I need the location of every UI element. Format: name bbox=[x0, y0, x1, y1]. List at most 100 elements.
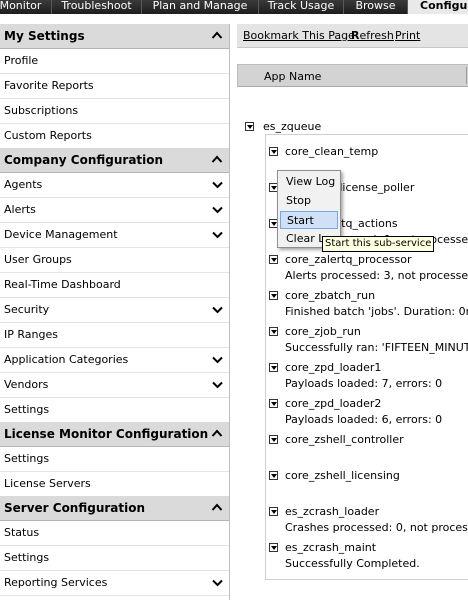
sidebar-item-server-settings[interactable]: Settings bbox=[0, 546, 229, 571]
dropdown-arrow-icon[interactable] bbox=[269, 399, 278, 408]
sidebar-item-device-management[interactable]: Device Management bbox=[0, 223, 229, 248]
dropdown-arrow-icon[interactable] bbox=[269, 291, 278, 300]
caret-up-icon[interactable] bbox=[211, 428, 223, 438]
chevron-down-icon[interactable] bbox=[212, 579, 223, 587]
column-separator[interactable] bbox=[466, 67, 467, 84]
row-status: Successfully Completed. bbox=[285, 557, 420, 570]
sidebar-item-label: Profile bbox=[4, 54, 39, 67]
tab-label: Troubleshoot bbox=[61, 0, 132, 12]
table-row[interactable]: core_zalertq_processor Alerts processed:… bbox=[237, 251, 468, 287]
sidebar-item-ip-ranges[interactable]: IP Ranges bbox=[0, 323, 229, 348]
sidebar-item-agents[interactable]: Agents bbox=[0, 173, 229, 198]
section-title: Server Configuration bbox=[4, 501, 146, 515]
refresh-label: efresh bbox=[359, 29, 394, 42]
sidebar-item-label: Reporting Services bbox=[4, 576, 108, 589]
caret-up-icon[interactable] bbox=[211, 502, 223, 512]
menu-item-start[interactable]: Start bbox=[280, 211, 338, 229]
sidebar-item-label: Alerts bbox=[4, 203, 36, 216]
tab-browse[interactable]: Browse bbox=[344, 0, 408, 14]
dropdown-arrow-icon[interactable] bbox=[269, 435, 278, 444]
chevron-down-icon[interactable] bbox=[212, 381, 223, 389]
section-header-license-monitor-configuration[interactable]: License Monitor Configuration bbox=[0, 422, 229, 447]
menu-item-view-log[interactable]: View Log bbox=[280, 173, 338, 191]
table-row[interactable]: core_zjob_run Successfully ran: 'FIFTEEN… bbox=[237, 323, 468, 359]
sidebar-item-label: Vendors bbox=[4, 378, 49, 391]
top-nav-bar: Monitor Troubleshoot Plan and Manage Tra… bbox=[0, 0, 468, 14]
dropdown-arrow-icon[interactable] bbox=[269, 543, 278, 552]
sidebar-item-custom-reports[interactable]: Custom Reports bbox=[0, 124, 229, 149]
chevron-down-icon[interactable] bbox=[212, 231, 223, 239]
table-row[interactable]: es_zcrash_maint Successfully Completed. bbox=[237, 539, 468, 575]
column-header-label: App Name bbox=[264, 70, 322, 83]
sidebar-item-real-time-dashboard[interactable]: Real-Time Dashboard bbox=[0, 273, 229, 298]
sidebar-item-security[interactable]: Security bbox=[0, 298, 229, 323]
sidebar-item-alerts[interactable]: Alerts bbox=[0, 198, 229, 223]
chevron-down-icon[interactable] bbox=[212, 206, 223, 214]
bookmark-link[interactable]: Bookmark This Page bbox=[243, 29, 355, 42]
row-name: core_zbatch_run bbox=[285, 289, 376, 302]
dropdown-arrow-icon[interactable] bbox=[269, 363, 278, 372]
dropdown-arrow-icon[interactable] bbox=[269, 147, 278, 156]
sidebar-item-reporting-services[interactable]: Reporting Services bbox=[0, 571, 229, 596]
dropdown-arrow-icon[interactable] bbox=[269, 255, 278, 264]
tab-label: Browse bbox=[355, 0, 396, 12]
tab-troubleshoot[interactable]: Troubleshoot bbox=[52, 0, 142, 14]
caret-up-icon[interactable] bbox=[211, 154, 223, 164]
dropdown-arrow-icon[interactable] bbox=[269, 327, 278, 336]
table-row[interactable]: es_zcrash_loader Crashes processed: 0, n… bbox=[237, 503, 468, 539]
sidebar-item-label: Device Management bbox=[4, 228, 118, 241]
menu-item-stop[interactable]: Stop bbox=[280, 192, 338, 210]
sidebar-item-license-settings[interactable]: Settings bbox=[0, 447, 229, 472]
row-name: es_zcrash_maint bbox=[285, 541, 377, 554]
table-row[interactable]: core_zpd_loader1 Payloads loaded: 7, err… bbox=[237, 359, 468, 395]
refresh-link[interactable]: Refresh bbox=[351, 29, 394, 42]
table-row[interactable]: core_zbatch_run Finished batch 'jobs'. D… bbox=[237, 287, 468, 323]
row-name: core_zjob_run bbox=[285, 325, 361, 338]
tab-label: Monitor bbox=[0, 0, 42, 12]
sidebar-item-label: Application Categories bbox=[4, 353, 129, 366]
row-status: Alerts processed: 3, not processed: 0 bbox=[285, 269, 468, 282]
sidebar-item-subscriptions[interactable]: Subscriptions bbox=[0, 99, 229, 124]
tab-plan-and-manage[interactable]: Plan and Manage bbox=[142, 0, 259, 14]
column-header[interactable]: App Name bbox=[237, 64, 468, 87]
table-row[interactable]: core_zshell_licensing bbox=[237, 467, 468, 503]
sidebar-item-label: Status bbox=[4, 526, 40, 539]
table-row[interactable]: core_zpd_loader2 Payloads loaded: 6, err… bbox=[237, 395, 468, 431]
row-name: core_zpd_loader1 bbox=[285, 361, 382, 374]
sidebar-item-license-servers[interactable]: License Servers bbox=[0, 472, 229, 497]
sidebar-item-status[interactable]: Status bbox=[0, 521, 229, 546]
sidebar-item-user-groups[interactable]: User Groups bbox=[0, 248, 229, 273]
sidebar-item-settings[interactable]: Settings bbox=[0, 398, 229, 423]
table-row[interactable]: core_clean_temp bbox=[237, 143, 468, 179]
section-header-my-settings[interactable]: My Settings bbox=[0, 24, 229, 49]
tab-label: Configure bbox=[420, 0, 468, 12]
section-header-company-configuration[interactable]: Company Configuration bbox=[0, 148, 229, 173]
sidebar-item-label: Agents bbox=[4, 178, 43, 191]
sidebar-item-label: License Servers bbox=[4, 477, 91, 490]
tab-monitor[interactable]: Monitor bbox=[0, 0, 52, 14]
tab-track-usage[interactable]: Track Usage bbox=[259, 0, 344, 14]
sidebar-item-favorite-reports[interactable]: Favorite Reports bbox=[0, 74, 229, 99]
sidebar-item-vendors[interactable]: Vendors bbox=[0, 373, 229, 398]
dropdown-arrow-icon[interactable] bbox=[269, 471, 278, 480]
print-link[interactable]: Print bbox=[395, 29, 420, 42]
table-row[interactable]: core_lsm_license_poller bbox=[237, 179, 468, 215]
chevron-down-icon[interactable] bbox=[212, 181, 223, 189]
section-header-server-configuration[interactable]: Server Configuration bbox=[0, 496, 229, 521]
chevron-down-icon[interactable] bbox=[212, 356, 223, 364]
tab-label: Track Usage bbox=[267, 0, 335, 12]
sidebar-item-label: IP Ranges bbox=[4, 328, 58, 341]
row-status: Payloads loaded: 7, errors: 0 bbox=[285, 377, 443, 390]
section-title: Company Configuration bbox=[4, 153, 164, 167]
dropdown-arrow-icon[interactable] bbox=[245, 122, 254, 131]
tab-configure[interactable]: Configure bbox=[408, 0, 468, 14]
tree-guide-line bbox=[265, 134, 468, 135]
app-tree: es_zqueue core_clean_temp core_lsm_licen… bbox=[237, 87, 468, 600]
chevron-down-icon[interactable] bbox=[212, 306, 223, 314]
dropdown-arrow-icon[interactable] bbox=[269, 507, 278, 516]
table-row[interactable]: core_zshell_controller bbox=[237, 431, 468, 467]
sidebar-item-application-categories[interactable]: Application Categories bbox=[0, 348, 229, 373]
sidebar-item-profile[interactable]: Profile bbox=[0, 49, 229, 74]
menu-item-label: View Log bbox=[286, 175, 336, 188]
caret-up-icon[interactable] bbox=[211, 30, 223, 40]
